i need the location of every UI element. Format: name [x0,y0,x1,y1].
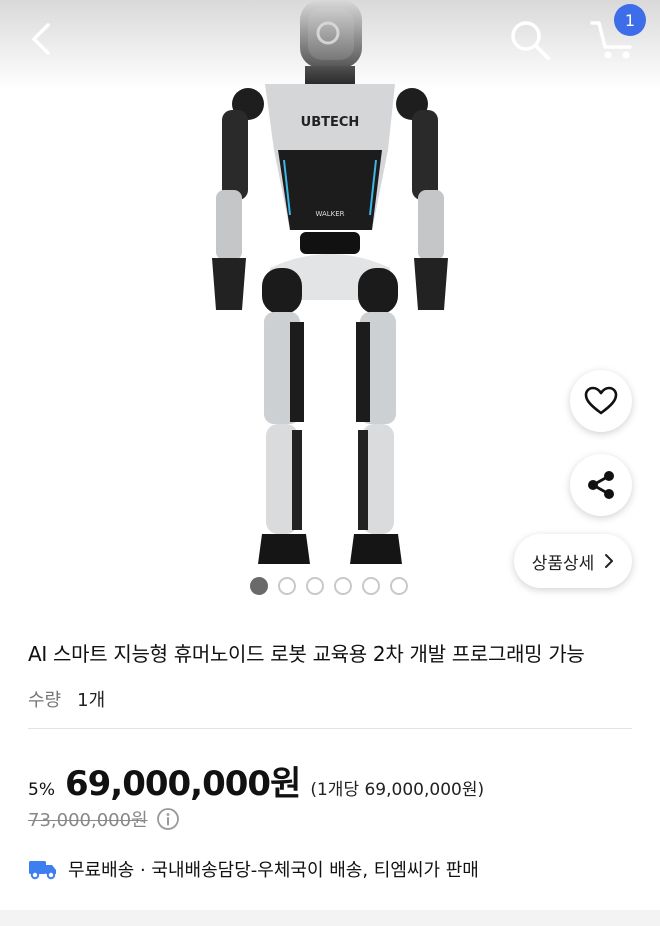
pagination-dot[interactable] [250,577,268,595]
pagination-dot[interactable] [278,577,296,595]
product-image-area[interactable]: UBTECH WALKER 1 상품상세 [0,0,660,612]
search-icon [511,21,550,60]
pagination-dot[interactable] [362,577,380,595]
chevron-left-icon [32,23,50,55]
product-detail-button[interactable]: 상품상세 [514,534,632,588]
original-price: 73,000,000원 [28,810,148,831]
cart-count-badge: 1 [614,4,646,36]
search-button[interactable] [504,14,556,66]
image-pagination [250,577,408,595]
share-button[interactable] [570,454,632,516]
brand-mark: UBTECH [301,115,360,130]
divider [28,728,632,729]
like-button[interactable] [570,370,632,432]
quantity-row: 수량 1개 [28,686,105,712]
shipping-info-row: 무료배송 · 국내배송담당-우체국이 배송, 티엠씨가 판매 [28,856,479,882]
model-mark: WALKER [315,210,344,218]
discount-rate: 5% [28,780,55,800]
back-button[interactable] [18,16,64,62]
pagination-dot[interactable] [390,577,408,595]
price-row: 5% 69,000,000원 (1개당 69,000,000원) [28,756,484,805]
truck-icon [29,861,56,880]
product-detail-label: 상품상세 [531,553,595,574]
original-price-row: 73,000,000원 [28,806,180,832]
chevron-right-icon [605,554,614,568]
heart-icon [584,386,618,415]
unit-price: (1개당 69,000,000원) [310,780,485,800]
section-separator [0,910,660,926]
sale-price: 69,000,000원 [64,764,301,804]
info-icon[interactable] [156,807,180,831]
pagination-dot[interactable] [306,577,324,595]
pagination-dot[interactable] [334,577,352,595]
quantity-label: 수량 [28,690,62,711]
quantity-value: 1개 [77,690,106,711]
product-title: AI 스마트 지능형 휴머노이드 로봇 교육용 2차 개발 프로그래밍 가능 [28,642,585,666]
product-image-robot: UBTECH WALKER [212,0,448,564]
shipping-text: 무료배송 · 국내배송담당-우체국이 배송, 티엠씨가 판매 [68,860,479,881]
share-icon [588,471,614,499]
